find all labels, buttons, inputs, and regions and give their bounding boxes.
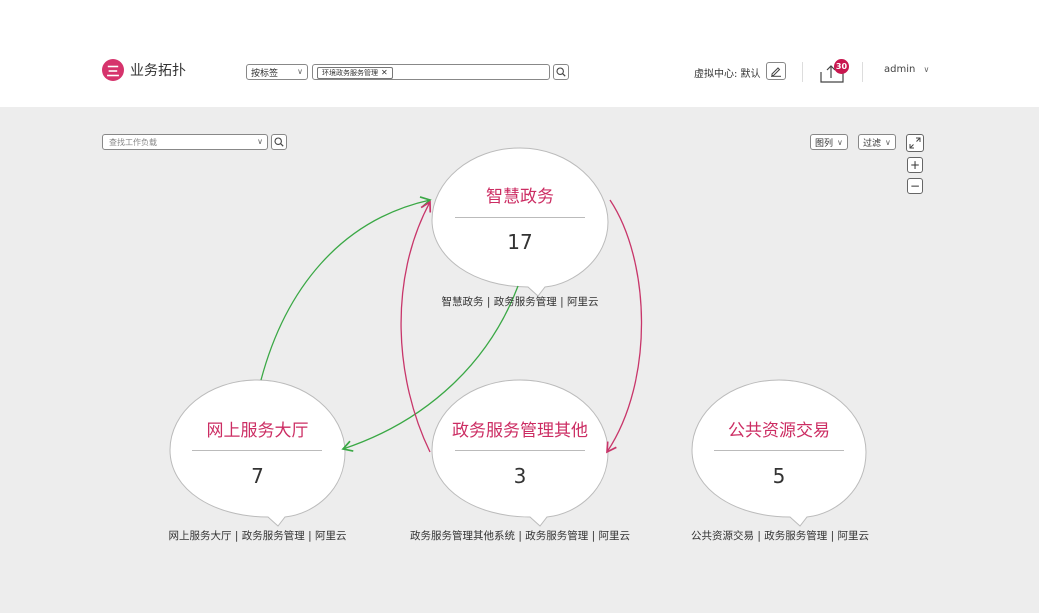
- node-divider: [455, 450, 585, 451]
- edge-qita-to-zhihui[interactable]: [400, 200, 432, 453]
- node-caption: 政务服务管理其他系统 | 政务服务管理 | 阿里云: [410, 530, 630, 542]
- node-bubble-gonggong[interactable]: [691, 379, 867, 527]
- node-divider: [455, 217, 585, 218]
- node-caption: 智慧政务 | 政务服务管理 | 阿里云: [441, 296, 599, 308]
- node-title: 政务服务管理其他: [452, 421, 588, 441]
- node-bubble-zhihui[interactable]: [431, 147, 609, 297]
- node-title: 网上服务大厅: [206, 421, 309, 441]
- node-bubble-wangshang[interactable]: [169, 379, 346, 527]
- node-count: 7: [251, 464, 264, 488]
- node-title: 智慧政务: [486, 187, 554, 207]
- node-divider: [192, 450, 322, 451]
- node-divider: [714, 450, 844, 451]
- edge-wangshang-to-zhihui[interactable]: [260, 196, 432, 381]
- node-count: 5: [772, 464, 786, 488]
- node-caption: 公共资源交易 | 政务服务管理 | 阿里云: [691, 530, 869, 542]
- node-title: 公共资源交易: [728, 421, 830, 441]
- edge-zhihui-to-qita[interactable]: [606, 199, 643, 454]
- node-caption: 网上服务大厅 | 政务服务管理 | 阿里云: [168, 530, 347, 542]
- node-count: 17: [507, 230, 533, 254]
- node-count: 3: [513, 464, 527, 488]
- node-bubble-qita[interactable]: [431, 379, 609, 527]
